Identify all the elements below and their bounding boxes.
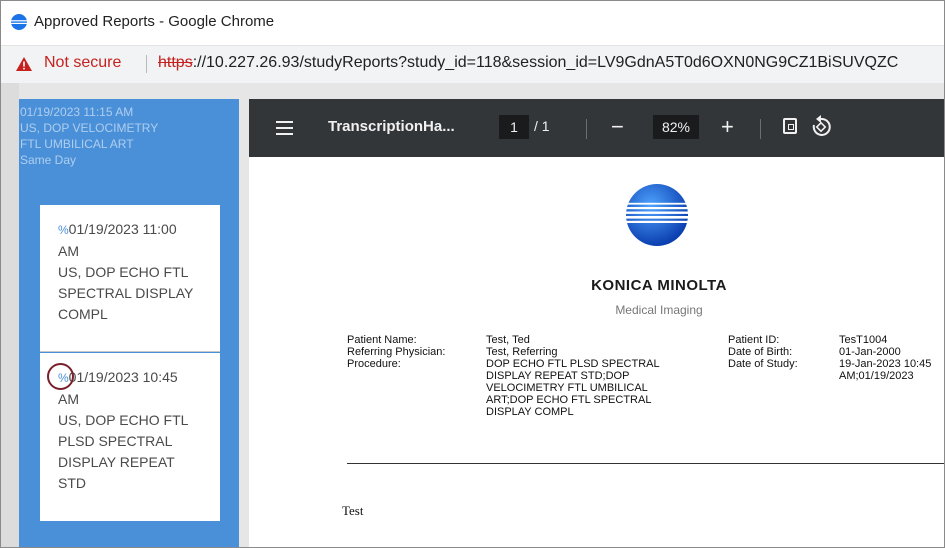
value-procedure-line1: DOP ECHO FTL PLSD SPECTRAL: [486, 358, 660, 370]
study-procedure-line1: US, DOP VELOCIMETRY: [20, 121, 159, 135]
report-procedure-line2: SPECTRAL DISPLAY: [58, 285, 194, 301]
patient-labels-2: Patient ID: Date of Birth: Date of Study…: [728, 334, 813, 370]
left-gutter: [1, 83, 19, 547]
report-procedure-line4: STD: [58, 475, 86, 491]
url-rest: ://10.227.26.93/studyReports?study_id=11…: [192, 54, 899, 71]
value-date-of-study-line2: AM;01/19/2023: [839, 370, 914, 382]
label-patient-name: Patient Name:: [347, 334, 417, 346]
page-number-input[interactable]: 1: [499, 115, 529, 139]
report-procedure-line2: PLSD SPECTRAL: [58, 433, 173, 449]
patient-values-2: TesT1004 01-Jan-2000 19-Jan-2023 10:45 A…: [839, 334, 944, 382]
report-item[interactable]: %01/19/2023 11:00 AM US, DOP ECHO FTL SP…: [40, 205, 220, 351]
report-procedure-line3: COMPL: [58, 306, 108, 322]
pdf-viewer: TranscriptionHa... 1 / 1 − 82% + KONICA …: [249, 99, 944, 547]
zoom-in-button[interactable]: +: [721, 116, 734, 138]
study-status: Same Day: [20, 153, 77, 167]
patient-labels: Patient Name: Referring Physician: Proce…: [347, 334, 477, 370]
rotate-icon[interactable]: [811, 115, 831, 137]
konica-minolta-logo: [626, 184, 688, 246]
value-patient-name: Test, Ted: [486, 334, 530, 346]
browser-window: Approved Reports - Google Chrome Not sec…: [0, 0, 945, 548]
report-datetime: 01/19/2023 10:45: [68, 369, 178, 385]
annotation-circle: [47, 363, 74, 390]
fit-page-icon[interactable]: [783, 118, 797, 134]
value-date-of-study-line1: 19-Jan-2023 10:45: [839, 358, 932, 370]
title-bar: Approved Reports - Google Chrome: [1, 1, 944, 45]
report-procedure-line3: DISPLAY REPEAT: [58, 454, 175, 470]
link-icon: %: [58, 223, 69, 237]
page-total: / 1: [534, 118, 550, 134]
brand-name: KONICA MINOLTA: [591, 277, 727, 294]
value-patient-id: TesT1004: [839, 334, 888, 346]
patient-values: Test, Ted Test, Referring DOP ECHO FTL P…: [486, 334, 716, 418]
brand-subtitle: Medical Imaging: [615, 303, 703, 317]
zoom-out-button[interactable]: −: [611, 116, 624, 138]
pdf-toolbar: TranscriptionHa... 1 / 1 − 82% +: [249, 99, 944, 157]
report-datetime-ampm: AM: [58, 391, 79, 407]
warning-icon[interactable]: [15, 56, 33, 72]
report-body: Test: [342, 503, 364, 518]
security-label[interactable]: Not secure: [44, 54, 121, 72]
study-header[interactable]: 01/19/2023 11:15 AM US, DOP VELOCIMETRY …: [20, 104, 210, 168]
value-procedure-line4: ART;DOP ECHO FTL SPECTRAL: [486, 394, 652, 406]
label-referring-physician: Referring Physician:: [347, 346, 446, 358]
chrome-icon: [11, 14, 27, 30]
study-datetime: 01/19/2023 11:15 AM: [20, 105, 134, 119]
toolbar-separator: [586, 119, 587, 139]
pdf-page: KONICA MINOLTA Medical Imaging Patient N…: [249, 157, 944, 547]
toolbar-separator: [760, 119, 761, 139]
value-procedure-line3: VELOCIMETRY FTL UMBILICAL: [486, 382, 648, 394]
report-datetime: 01/19/2023 11:00: [68, 221, 177, 237]
value-procedure-line2: DISPLAY REPEAT STD;DOP: [486, 370, 630, 382]
url-text[interactable]: https://10.227.26.93/studyReports?study_…: [158, 54, 898, 72]
address-separator: [146, 55, 147, 73]
study-procedure-line2: FTL UMBILICAL ART: [20, 137, 134, 151]
label-procedure: Procedure:: [347, 358, 401, 370]
address-bar[interactable]: Not secure https://10.227.26.93/studyRep…: [1, 45, 944, 84]
horizontal-rule: [347, 463, 944, 464]
value-referring-physician: Test, Referring: [486, 346, 558, 358]
menu-icon[interactable]: [276, 121, 293, 135]
zoom-level-input[interactable]: 82%: [653, 115, 699, 139]
label-date-of-birth: Date of Birth:: [728, 346, 793, 358]
url-scheme: https: [158, 54, 193, 71]
report-procedure-line1: US, DOP ECHO FTL: [58, 412, 189, 428]
pdf-file-title: TranscriptionHa...: [328, 118, 455, 135]
report-datetime-ampm: AM: [58, 243, 79, 259]
label-date-of-study: Date of Study:: [728, 358, 798, 370]
value-procedure-line5: DISPLAY COMPL: [486, 406, 574, 418]
value-date-of-birth: 01-Jan-2000: [839, 346, 901, 358]
card-divider: [40, 351, 220, 352]
report-procedure-line1: US, DOP ECHO FTL: [58, 264, 189, 280]
window-title: Approved Reports - Google Chrome: [34, 13, 275, 30]
label-patient-id: Patient ID:: [728, 334, 780, 346]
page-content: 01/19/2023 11:15 AM US, DOP VELOCIMETRY …: [1, 83, 944, 547]
